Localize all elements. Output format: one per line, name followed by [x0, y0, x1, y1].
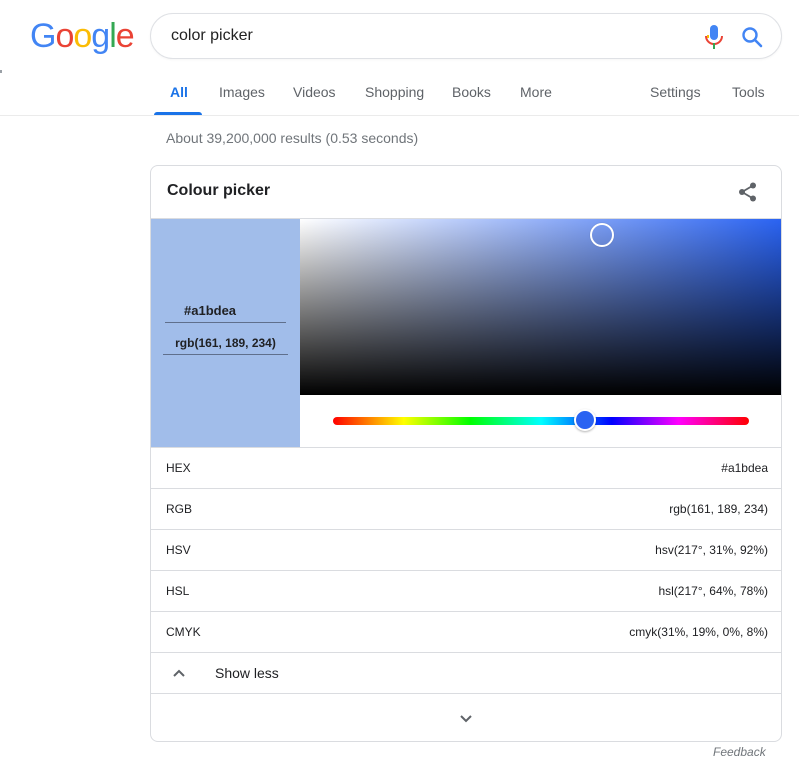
tab-images[interactable]: Images	[219, 70, 265, 115]
active-tab-indicator	[154, 112, 202, 115]
format-value: #a1bdea	[721, 461, 768, 475]
hex-input[interactable]: #a1bdea	[165, 299, 286, 323]
format-label: RGB	[166, 502, 193, 516]
colour-picker-card: Colour picker #a1bdea rgb(161, 189, 234)…	[150, 165, 782, 742]
tab-books[interactable]: Books	[452, 70, 491, 115]
color-swatch: #a1bdea rgb(161, 189, 234)	[151, 219, 300, 447]
mic-icon[interactable]	[703, 24, 725, 50]
chevron-up-icon	[173, 669, 185, 677]
search-input[interactable]	[171, 14, 671, 58]
tab-all[interactable]: All	[170, 70, 188, 115]
tab-shopping[interactable]: Shopping	[365, 70, 424, 115]
logo-letter: g	[91, 17, 110, 55]
share-icon[interactable]	[737, 181, 759, 203]
format-label: HSV	[166, 543, 191, 557]
show-less-button[interactable]: Show less	[151, 652, 781, 693]
color-format-row: HSL hsl(217°, 64%, 78%)	[151, 570, 781, 611]
format-value: hsv(217°, 31%, 92%)	[655, 543, 768, 557]
logo-letter: o	[55, 17, 74, 55]
format-value: hsl(217°, 64%, 78%)	[658, 584, 768, 598]
format-value: rgb(161, 189, 234)	[669, 502, 768, 516]
format-label: HEX	[166, 461, 191, 475]
chevron-down-icon	[460, 715, 472, 723]
color-format-row: RGB rgb(161, 189, 234)	[151, 488, 781, 529]
search-tabs: All Images Videos Shopping Books More Se…	[0, 70, 799, 116]
result-stats: About 39,200,000 results (0.53 seconds)	[166, 130, 419, 146]
hue-slider-handle[interactable]	[574, 409, 596, 431]
color-picker: #a1bdea rgb(161, 189, 234)	[151, 218, 781, 447]
format-label: CMYK	[166, 625, 201, 639]
card-title: Colour picker	[167, 182, 271, 199]
expand-button[interactable]	[151, 693, 781, 741]
format-value: cmyk(31%, 19%, 0%, 8%)	[629, 625, 768, 639]
google-logo[interactable]: Google	[30, 16, 135, 56]
hue-slider[interactable]	[333, 417, 749, 425]
search-icon[interactable]	[740, 25, 764, 49]
tab-tools[interactable]: Tools	[732, 70, 765, 115]
color-format-list: HEX #a1bdea RGB rgb(161, 189, 234) HSV h…	[151, 447, 781, 652]
logo-letter: G	[30, 17, 56, 55]
logo-letter: e	[115, 17, 135, 55]
saturation-value-handle[interactable]	[590, 223, 614, 247]
tab-more[interactable]: More	[520, 70, 552, 115]
logo-letter: o	[73, 17, 92, 55]
search-box	[150, 13, 782, 59]
color-format-row: HSV hsv(217°, 31%, 92%)	[151, 529, 781, 570]
show-less-label: Show less	[215, 665, 279, 681]
tab-videos[interactable]: Videos	[293, 70, 336, 115]
saturation-value-area[interactable]	[300, 219, 781, 395]
rgb-input[interactable]: rgb(161, 189, 234)	[163, 331, 288, 355]
feedback-link[interactable]: Feedback	[713, 745, 766, 759]
format-label: HSL	[166, 584, 190, 598]
tab-settings[interactable]: Settings	[650, 70, 701, 115]
color-format-row: HEX #a1bdea	[151, 447, 781, 488]
color-format-row: CMYK cmyk(31%, 19%, 0%, 8%)	[151, 611, 781, 652]
